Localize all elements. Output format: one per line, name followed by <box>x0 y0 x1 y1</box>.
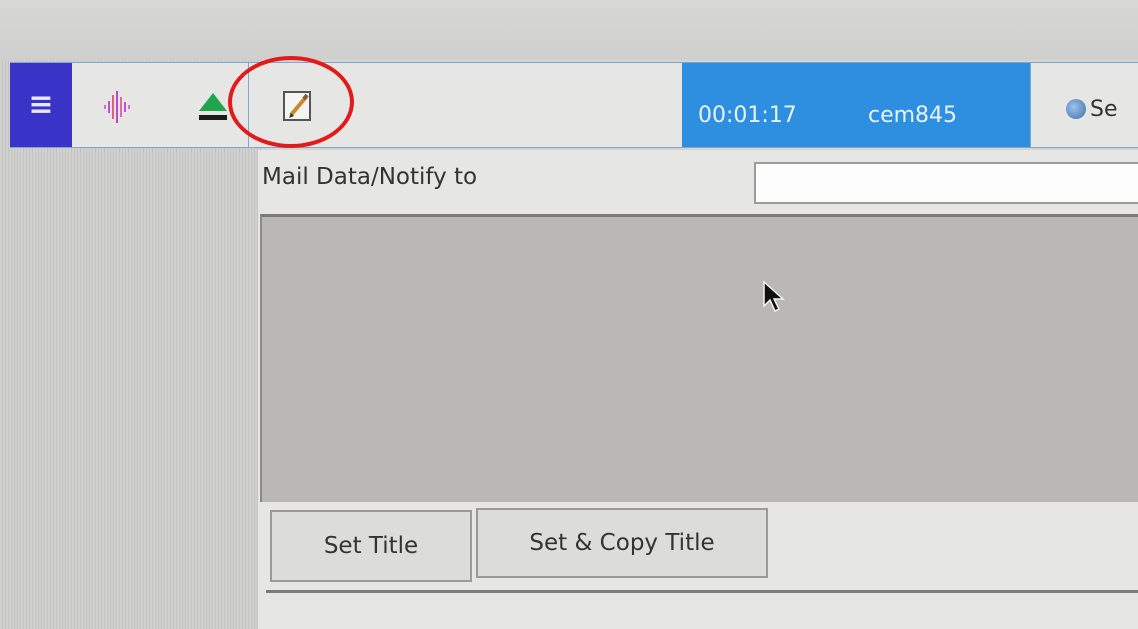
edit-icon[interactable] <box>282 89 314 123</box>
session-timer: 00:01:17 <box>698 103 797 128</box>
hamburger-icon: ≡ <box>28 87 54 122</box>
mail-notify-dialog: Mail Data/Notify to Set Title Set & Copy… <box>258 150 1138 629</box>
mail-data-textarea[interactable] <box>260 214 1138 502</box>
taskbar-divider <box>1030 63 1031 147</box>
set-title-button[interactable]: Set Title <box>270 510 472 582</box>
notify-email-input[interactable] <box>754 162 1138 204</box>
taskbar: ≡ 00:01:17 cem845 Se <box>10 62 1138 148</box>
clock-icon <box>1066 99 1086 119</box>
mouse-cursor-icon <box>763 280 785 313</box>
notify-label: Mail Data/Notify to <box>262 164 478 190</box>
set-copy-title-button[interactable]: Set & Copy Title <box>476 508 768 578</box>
username: cem845 <box>868 103 958 128</box>
main-menu-button[interactable]: ≡ <box>10 63 72 147</box>
status-panel: 00:01:17 cem845 <box>682 63 1030 147</box>
eject-icon[interactable] <box>198 91 228 123</box>
clock-label: Se <box>1090 96 1118 122</box>
clock-widget[interactable]: Se <box>1066 63 1138 147</box>
audio-wave-icon[interactable] <box>102 91 132 123</box>
screen-top-edge <box>0 0 1138 60</box>
taskbar-divider <box>248 63 249 147</box>
dialog-bottom-border <box>266 590 1138 593</box>
